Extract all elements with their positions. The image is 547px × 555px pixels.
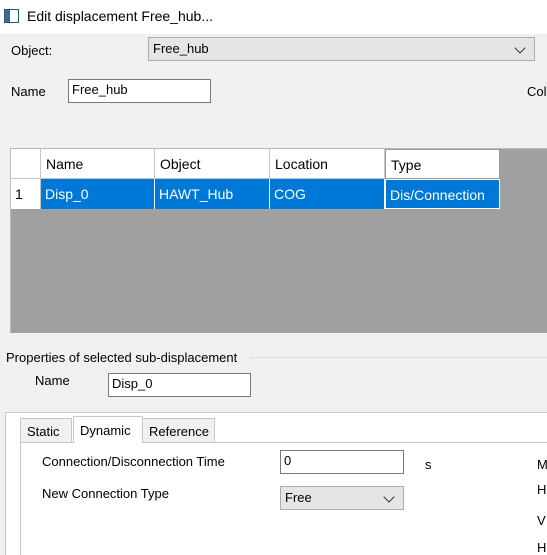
tab-reference[interactable]: Reference	[142, 418, 215, 442]
connection-type-value: Free	[285, 490, 312, 505]
sub-name-label: Name	[35, 373, 70, 388]
column-header-type[interactable]: Type	[385, 149, 500, 179]
tab-static[interactable]: Static	[20, 418, 72, 442]
connection-type-select[interactable]: Free	[280, 486, 404, 510]
connection-time-input[interactable]: 0	[280, 450, 404, 474]
tab-dynamic[interactable]: Dynamic	[73, 416, 143, 443]
window-title: Edit displacement Free_hub...	[27, 8, 213, 24]
column-header-location[interactable]: Location	[270, 149, 385, 179]
sub-name-input[interactable]: Disp_0	[108, 373, 251, 397]
cut-off-label: M	[537, 457, 547, 472]
cell-text: HAWT_Hub	[159, 186, 234, 202]
table-cell-location[interactable]: COG	[270, 179, 385, 209]
row-index: 1	[15, 186, 23, 202]
sub-displacement-heading: Properties of selected sub-displacement	[6, 350, 238, 365]
column-header-name[interactable]: Name	[41, 149, 155, 179]
cut-off-label: H	[537, 540, 547, 555]
grid-corner-header	[11, 149, 41, 179]
object-select-value: Free_hub	[153, 41, 209, 56]
tab-label: Dynamic	[80, 423, 131, 438]
tab-label: Static	[27, 424, 60, 439]
connection-type-label: New Connection Type	[42, 486, 169, 501]
cell-text: COG	[274, 186, 306, 202]
name-input[interactable]: Free_hub	[68, 79, 211, 103]
name-label: Name	[11, 84, 46, 99]
sub-name-input-value: Disp_0	[112, 376, 153, 391]
name-input-value: Free_hub	[72, 82, 128, 97]
tab-label: Reference	[149, 424, 209, 439]
title-bar: Edit displacement Free_hub...	[0, 0, 547, 34]
object-label: Object:	[11, 43, 53, 58]
table-cell-type[interactable]: Dis/Connection	[385, 179, 500, 209]
group-divider	[250, 357, 547, 358]
cut-off-label: V	[537, 513, 546, 528]
column-header-label: Object	[160, 156, 201, 172]
connection-time-value: 0	[284, 453, 292, 468]
cut-off-label: H	[537, 482, 547, 497]
column-header-object[interactable]: Object	[155, 149, 270, 179]
column-header-label: Name	[46, 156, 84, 172]
chevron-down-icon	[383, 491, 395, 503]
app-icon	[4, 9, 19, 23]
column-header-label: Type	[391, 157, 422, 173]
cut-off-label: Col	[527, 84, 547, 99]
cell-text: Disp_0	[45, 186, 89, 202]
time-unit-label: s	[425, 457, 432, 472]
cell-text: Dis/Connection	[390, 187, 485, 203]
chevron-down-icon	[514, 42, 526, 54]
row-header[interactable]: 1	[11, 179, 41, 209]
table-cell-object[interactable]: HAWT_Hub	[155, 179, 270, 209]
object-select[interactable]: Free_hub	[148, 37, 535, 61]
connection-time-label: Connection/Disconnection Time	[42, 454, 225, 469]
column-header-label: Location	[275, 156, 328, 172]
table-cell-name[interactable]: Disp_0	[41, 179, 155, 209]
